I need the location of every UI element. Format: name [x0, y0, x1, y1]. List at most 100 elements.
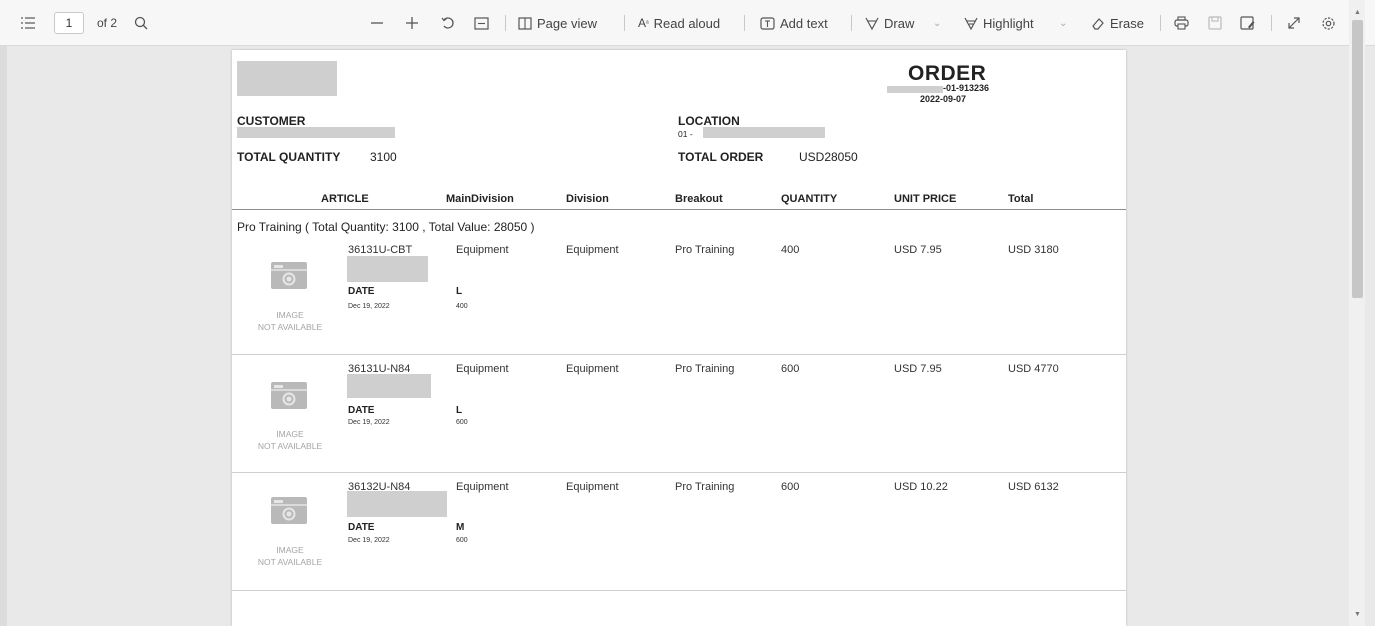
search-icon: [134, 16, 148, 30]
toolbar-divider: [851, 15, 852, 31]
toolbar-divider: [1160, 15, 1161, 31]
viewer-left-edge: [0, 46, 7, 626]
date-label: DATE: [348, 286, 375, 297]
camera-icon: [270, 260, 308, 290]
contents-button[interactable]: [20, 0, 36, 46]
item-size-quantity: 400: [456, 303, 468, 310]
minus-icon: [370, 16, 384, 30]
item-total: USD 6132: [1008, 481, 1059, 493]
eraser-icon: [1091, 17, 1105, 30]
item-division: Equipment: [566, 481, 619, 493]
redacted-order-prefix: [887, 86, 943, 93]
customer-label: CUSTOMER: [237, 114, 306, 128]
total-order-label: TOTAL ORDER: [678, 150, 764, 164]
plus-icon: [405, 16, 419, 30]
redacted-logo: [237, 61, 337, 96]
full-screen-button[interactable]: [1287, 0, 1301, 46]
item-quantity: 400: [781, 244, 800, 256]
date-label: DATE: [348, 405, 375, 416]
save-as-icon: [1240, 16, 1255, 30]
find-button[interactable]: [134, 0, 148, 46]
zoom-out-button[interactable]: [370, 0, 384, 46]
fit-width-button[interactable]: [474, 0, 489, 46]
image-not-available-label: IMAGE NOT AVAILABLE: [240, 428, 340, 452]
item-unit-price: USD 7.95: [894, 363, 942, 375]
erase-button[interactable]: Erase: [1091, 0, 1144, 46]
draw-button[interactable]: Draw: [865, 0, 914, 46]
page-total: of 2: [97, 16, 118, 30]
add-text-icon: [760, 16, 775, 30]
date-label: DATE: [348, 522, 375, 533]
settings-button[interactable]: [1321, 0, 1336, 46]
not-available-label: NOT AVAILABLE: [257, 322, 323, 332]
rotate-icon: [441, 16, 455, 30]
item-unit-price: USD 10.22: [894, 481, 948, 493]
read-aloud-icon: Aᵃ: [638, 16, 649, 30]
order-number: -01-913236: [943, 83, 990, 93]
chevron-down-icon: ⌄: [1059, 17, 1068, 29]
total-quantity-label: TOTAL QUANTITY: [237, 150, 341, 164]
item-main-division: Equipment: [456, 481, 509, 493]
page-view-label: Page view: [537, 15, 597, 31]
save-icon: [1208, 16, 1222, 30]
highlight-label: Highlight: [983, 15, 1034, 31]
location-label: LOCATION: [678, 114, 740, 128]
toolbar-divider: [744, 15, 745, 31]
toolbar-divider: [1271, 15, 1272, 31]
highlight-button[interactable]: Highlight: [964, 0, 1034, 46]
image-not-available-label: IMAGE NOT AVAILABLE: [240, 309, 340, 333]
item-total: USD 3180: [1008, 244, 1059, 256]
scroll-down-arrow-icon[interactable]: ▼: [1352, 610, 1363, 620]
item-division: Equipment: [566, 244, 619, 256]
read-aloud-label: Read aloud: [653, 15, 721, 31]
order-date: 2022-09-07: [920, 94, 967, 104]
item-quantity: 600: [781, 363, 800, 375]
draw-label: Draw: [884, 15, 915, 31]
column-header-breakout: Breakout: [675, 193, 723, 205]
add-text-button[interactable]: Add text: [760, 0, 828, 46]
item-article: 36131U-CBT: [348, 244, 413, 256]
read-aloud-button[interactable]: Aᵃ Read aloud: [638, 0, 720, 46]
draw-options-button[interactable]: ⌄: [933, 0, 941, 46]
page-number-input[interactable]: 1: [54, 12, 84, 34]
item-quantity: 600: [781, 481, 800, 493]
rotate-button[interactable]: [441, 0, 455, 46]
pdf-toolbar: 1 of 2 Page view Aᵃ Read aloud Add text …: [0, 0, 1375, 46]
chevron-down-icon: ⌄: [933, 17, 942, 29]
item-division: Equipment: [566, 363, 619, 375]
page-view-button[interactable]: Page view: [518, 0, 597, 46]
item-total: USD 4770: [1008, 363, 1059, 375]
column-header-division: Division: [566, 193, 609, 205]
item-breakout: Pro Training: [675, 244, 735, 256]
gear-icon: [1321, 16, 1336, 31]
item-date: Dec 19, 2022: [348, 537, 390, 544]
image-label: IMAGE: [276, 429, 304, 439]
total-quantity-value: 3100: [370, 150, 397, 164]
camera-icon: [270, 495, 308, 525]
row-divider: [232, 354, 1126, 355]
save-button[interactable]: [1208, 0, 1222, 46]
highlight-options-button[interactable]: ⌄: [1059, 0, 1067, 46]
expand-icon: [1287, 16, 1301, 30]
scrollbar-thumb[interactable]: [1352, 20, 1363, 298]
image-not-available-label: IMAGE NOT AVAILABLE: [240, 544, 340, 568]
item-unit-price: USD 7.95: [894, 244, 942, 256]
column-header-unit-price: UNIT PRICE: [894, 193, 957, 205]
item-date: Dec 19, 2022: [348, 303, 390, 310]
toolbar-divider: [624, 15, 625, 31]
redacted-article-description: [347, 491, 447, 517]
item-main-division: Equipment: [456, 363, 509, 375]
redacted-article-description: [347, 256, 428, 282]
item-size-quantity: 600: [456, 419, 468, 426]
column-header-article: ARTICLE: [321, 193, 369, 205]
column-header-total: Total: [1008, 193, 1034, 205]
highlighter-icon: [964, 17, 978, 30]
save-as-button[interactable]: [1240, 0, 1255, 46]
printer-icon: [1174, 16, 1189, 30]
print-button[interactable]: [1174, 0, 1189, 46]
column-header-quantity: QUANTITY: [781, 193, 838, 205]
scroll-up-arrow-icon[interactable]: ▲: [1352, 8, 1363, 18]
erase-label: Erase: [1110, 15, 1144, 31]
zoom-in-button[interactable]: [405, 0, 419, 46]
location-code: 01 -: [678, 129, 693, 139]
